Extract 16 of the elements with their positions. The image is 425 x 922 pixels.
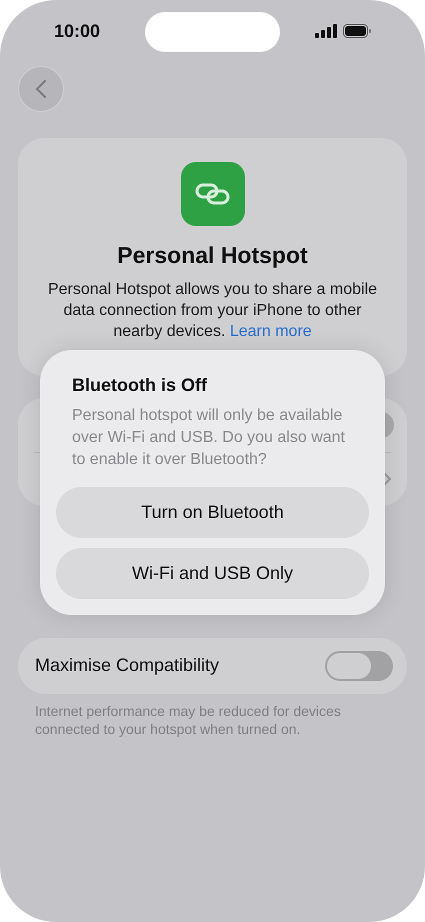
chevron-icon <box>383 472 391 486</box>
back-chevron-icon <box>35 79 47 99</box>
compatibility-note: Internet performance may be reduced for devices connected to your hotspot when turned on. <box>35 702 342 738</box>
status-time: 10:00 <box>54 20 100 42</box>
battery-icon <box>343 24 371 38</box>
back-button[interactable] <box>18 66 64 112</box>
dialog-message: Personal hotspot will only be available over Wi-Fi and USB. Do you also want to enable it over Bluetooth? <box>71 406 346 470</box>
signal-icon <box>315 24 337 38</box>
header-description: Personal Hotspot allows you to share a mobile data connection from your iPhone to other nearby devices. Learn more <box>46 280 378 342</box>
hotspot-app-icon <box>180 162 244 226</box>
dialog-button[interactable]: Turn on Bluetooth <box>56 487 369 538</box>
dialog-title: Bluetooth is Off <box>71 374 208 397</box>
page-title: Personal Hotspot <box>117 241 308 270</box>
toggle-switch[interactable] <box>325 650 393 680</box>
dialog-button[interactable]: Wi-Fi and USB Only <box>56 548 369 599</box>
setting-label: Maximise Compatibility <box>35 654 220 677</box>
